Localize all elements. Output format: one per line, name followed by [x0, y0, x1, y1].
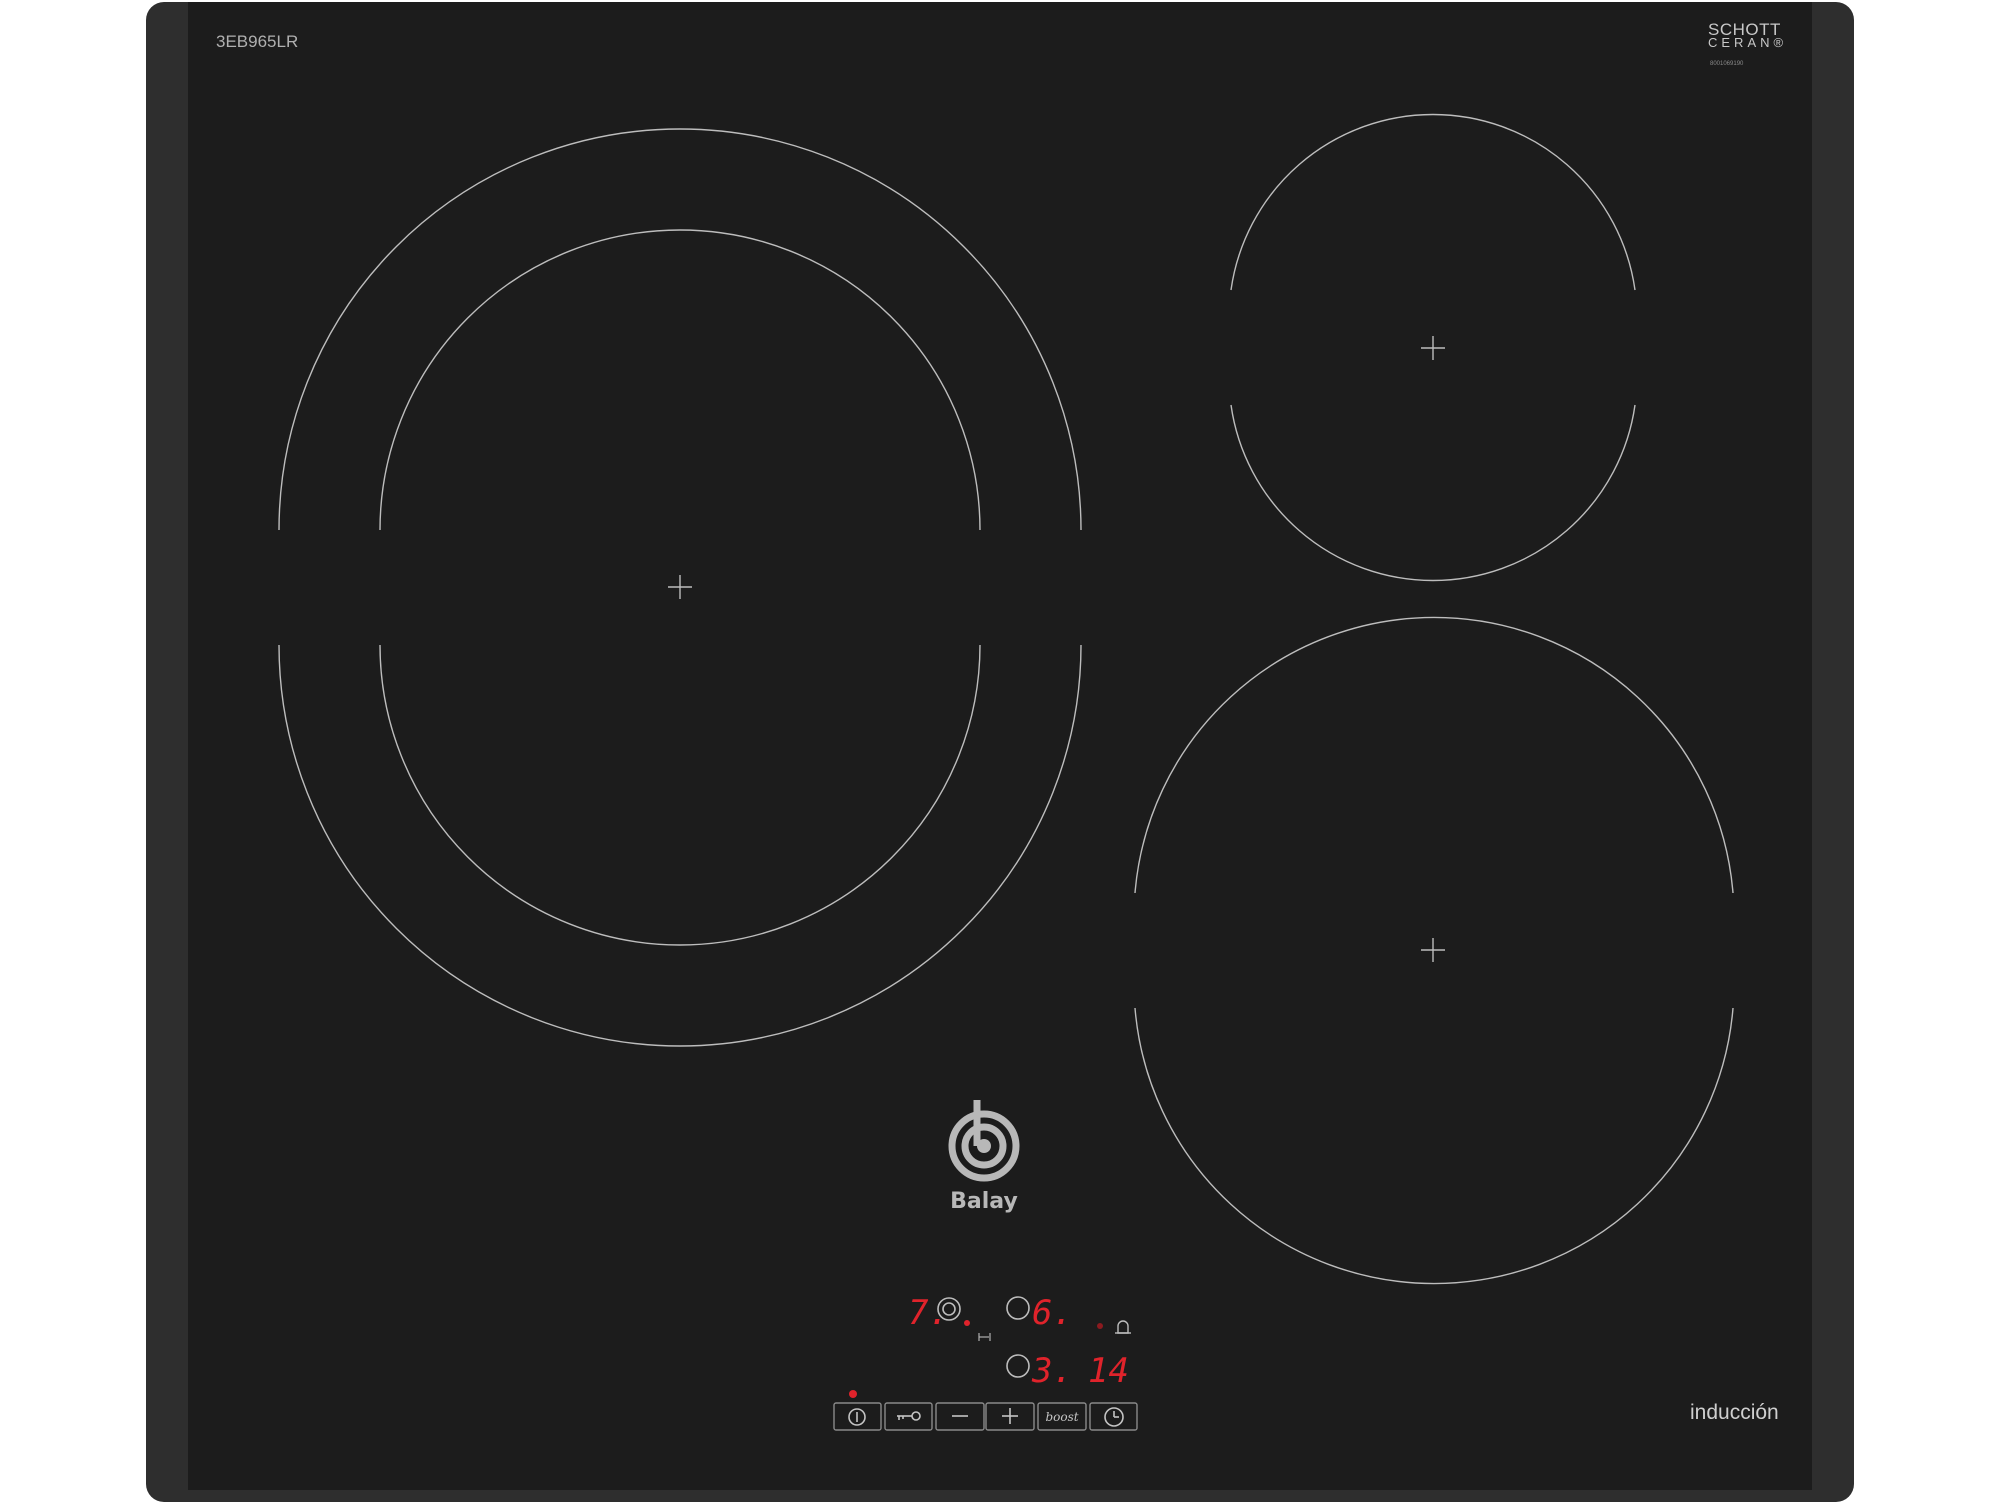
- glass-surface: [188, 2, 1812, 1490]
- timer-button[interactable]: [1089, 1402, 1138, 1431]
- minus-button[interactable]: [935, 1402, 985, 1431]
- glass-code: 8001069190: [1710, 61, 1744, 67]
- timer-display: 14: [1088, 1351, 1129, 1391]
- power-indicator-led: [849, 1390, 857, 1398]
- child-lock-button[interactable]: [884, 1402, 933, 1431]
- ceran-label: CERAN®: [1708, 35, 1787, 50]
- timer-indicator-led: [1097, 1323, 1103, 1329]
- brand-name: Balay: [950, 1189, 1018, 1214]
- plus-button[interactable]: [985, 1402, 1035, 1431]
- boost-button[interactable]: boost: [1037, 1402, 1087, 1431]
- induction-label: inducción: [1690, 1401, 1779, 1424]
- boost-label: boost: [1045, 1410, 1078, 1424]
- top-right-zone-power-level: 6.: [1032, 1293, 1073, 1333]
- model-number: 3EB965LR: [216, 32, 298, 51]
- double-zone-indicator-led: [964, 1320, 970, 1326]
- induction-hob: 3EB965LR SCHOTT CERAN® 8001069190 Balay …: [146, 2, 1854, 1502]
- power-button[interactable]: [833, 1402, 882, 1431]
- bottom-right-zone-power-level: 3.: [1031, 1351, 1073, 1391]
